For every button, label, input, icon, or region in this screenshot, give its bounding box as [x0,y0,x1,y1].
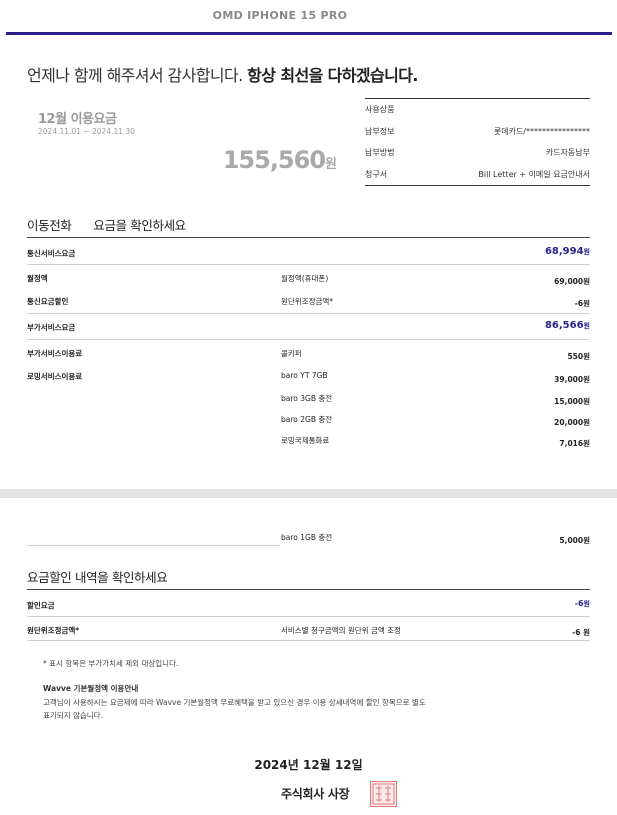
discount-total-unit: 원 [583,600,590,608]
greeting-text: 언제나 함께 해주셔서 감사합니다. [27,66,248,85]
monthly-amount: 69,000원 [554,277,590,286]
discount-total-value: -6 [574,599,584,608]
wavve-note-line: 표기되지 않습니다. [43,711,103,720]
roaming-amount: 7,016원 [559,439,590,448]
discount-amount: -6원 [574,299,590,308]
roaming-amount: 39,000원 [554,375,590,384]
divider [27,339,590,340]
seal-pattern-icon [372,783,395,805]
info-row: 납부방법 카드자동납부 [365,142,590,164]
total-unit: 원 [325,157,337,172]
monthly-label: 월정액 [27,274,48,283]
divider [27,640,590,641]
billing-info-table: 사용상품 납부정보 롯데카드/**************** 납부방법 카드자동납… [365,98,590,186]
telecom-amount: 68,994원 [545,246,590,257]
roaming-amount: 5,000원 [559,536,590,545]
discount-total-amount: -6원 [575,599,590,609]
issue-date: 2024년 12월 12일 [254,758,363,772]
addon-use-item: 콜키퍼 [281,349,302,358]
telecom-amount-value: 68,994 [544,246,584,257]
mobile-section-title: 이동전화 요금을 확인하세요 [27,215,186,234]
greeting: 언제나 함께 해주셔서 감사합니다. 항상 최선을 다하겠습니다. [27,62,418,86]
rounding-item: 서비스별 청구금액의 원단위 금액 조정 [281,626,401,635]
rounding-amount: -6 원 [572,628,590,637]
roaming-item: baro 2GB 충전 [281,415,333,424]
divider [27,545,280,546]
divider [27,264,590,265]
discount-total-label: 할인요금 [27,601,55,610]
addon-use-label: 부가서비스이용료 [27,349,83,358]
discount-label: 통신요금할인 [27,297,69,306]
info-row: 납부정보 롯데카드/**************** [365,121,590,143]
roaming-label: 로밍서비스이용료 [27,372,83,381]
info-row: 청구서 Bill Letter + 이메일 요금안내서 [365,164,590,186]
billing-month-label: 12월 이용요금 [38,112,117,127]
info-label: 납부정보 [365,126,395,136]
info-label: 청구서 [365,169,388,179]
divider [27,237,590,238]
roaming-item: 로밍국제통화료 [281,436,330,445]
info-value: 롯데카드/**************** [493,126,590,136]
divider [27,616,590,617]
total-value: 155,560 [222,146,326,174]
info-label: 사용상품 [365,105,395,114]
info-value: Bill Letter + 이메일 요금안내서 [478,169,590,179]
roaming-amount: 15,000원 [554,397,590,406]
addon-label: 부가서비스요금 [27,323,76,332]
discount-section-title: 요금할인 내역을 확인하세요 [27,570,168,585]
roaming-item: baro 1GB 충전 [281,533,333,542]
discount-item: 원단위조정금액* [281,297,334,306]
telecom-amount-unit: 원 [583,248,590,256]
greeting-emphasis: 항상 최선을 다하겠습니다. [247,66,418,85]
company-seal [370,781,397,807]
roaming-amount: 20,000원 [554,418,590,427]
vat-note: * 표시 항목은 부가가치세 제외 대상입니다. [43,659,179,668]
roaming-item: baro YT 7GB [281,371,328,380]
total-amount: 155,560원 [223,146,337,174]
telecom-label: 통신서비스요금 [27,249,76,258]
mobile-subtitle: 요금을 확인하세요 [93,218,186,233]
brand-title: OMD IPHONE 15 PRO [212,9,348,22]
addon-amount-unit: 원 [583,322,590,330]
divider [27,589,590,590]
info-label: 납부방법 [365,148,395,157]
divider [27,313,590,314]
addon-use-amount: 550원 [567,352,590,361]
info-value: 카드자동납부 [545,148,590,157]
monthly-item: 월정액(휴대폰) [281,274,329,283]
rounding-label: 원단위조정금액* [27,626,80,635]
company-signature: 주식회사 사장 [281,787,350,801]
addon-amount: 86,566원 [545,320,590,331]
info-row: 사용상품 [365,99,590,121]
roaming-item: baro 3GB 충전 [281,394,333,403]
page-break [0,489,617,498]
billing-period: 2024.11.01 ~ 2024.11.30 [38,127,135,136]
addon-amount-value: 86,566 [544,320,584,331]
mobile-title: 이동전화 [27,218,72,233]
wavve-note-line: 고객님이 사용하시는 요금제에 따라 Wavve 기본월정액 무료혜택을 받고 … [43,698,426,707]
wavve-note-title: Wavve 기본월정액 이용안내 [43,684,139,693]
header-rule [6,32,612,35]
